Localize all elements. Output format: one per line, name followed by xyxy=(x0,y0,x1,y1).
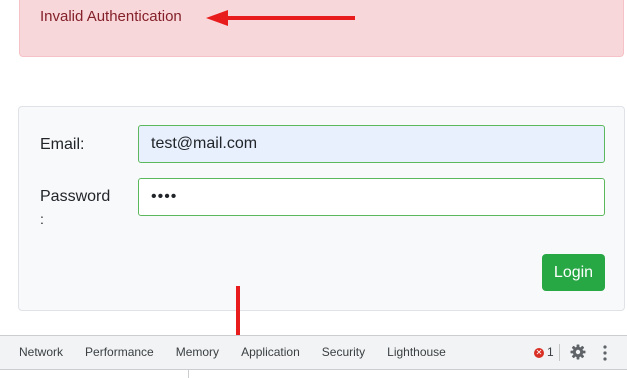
error-count: 1 xyxy=(547,345,554,359)
gear-icon[interactable] xyxy=(569,343,587,361)
tab-performance[interactable]: Performance xyxy=(74,336,165,369)
devtools-subbar xyxy=(0,369,627,378)
kebab-menu-icon[interactable] xyxy=(600,344,610,362)
filter-input[interactable] xyxy=(0,370,189,378)
login-card: Email: test@mail.com Password : •••• Log… xyxy=(18,106,625,311)
tab-network[interactable]: Network xyxy=(0,336,74,369)
password-input[interactable]: •••• xyxy=(138,178,605,216)
tab-lighthouse[interactable]: Lighthouse xyxy=(376,336,457,369)
tab-security[interactable]: Security xyxy=(311,336,376,369)
toolbar-divider xyxy=(559,344,560,361)
password-label-colon: : xyxy=(40,211,44,227)
tab-application[interactable]: Application xyxy=(230,336,311,369)
error-icon: ✕ xyxy=(534,347,544,358)
annotation-arrow-left-icon xyxy=(206,10,355,26)
error-counter[interactable]: ✕ 1 xyxy=(534,336,554,369)
password-label: Password xyxy=(40,188,111,205)
devtools-panel: Network Performance Memory Application S… xyxy=(0,335,627,378)
alert-message: Invalid Authentication xyxy=(40,8,182,25)
login-button[interactable]: Login xyxy=(542,254,605,291)
devtools-tabs: Network Performance Memory Application S… xyxy=(0,336,457,369)
email-input[interactable]: test@mail.com xyxy=(138,125,605,163)
email-label: Email: xyxy=(40,136,85,153)
tab-memory[interactable]: Memory xyxy=(165,336,230,369)
